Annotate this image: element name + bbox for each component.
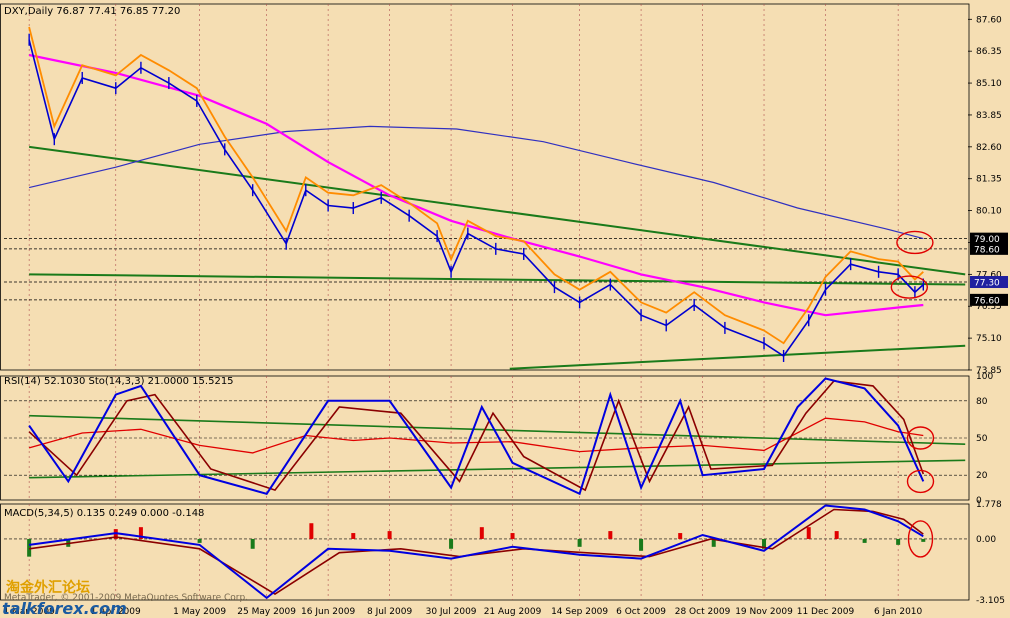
macd-tick-label: 0.00 bbox=[976, 535, 996, 545]
x-tick-label: 11 Dec 2009 bbox=[797, 607, 855, 617]
x-tick-label: 21 Aug 2009 bbox=[484, 607, 542, 617]
x-tick-label: 14 Sep 2009 bbox=[551, 607, 608, 617]
main-panel-title: DXY,Daily 76.87 77.41 76.85 77.20 bbox=[4, 6, 180, 17]
macd-histogram-bar bbox=[510, 533, 515, 539]
logo-en: talkforex.com bbox=[2, 599, 127, 618]
chart-background bbox=[0, 0, 1010, 618]
macd-histogram-bar bbox=[387, 531, 392, 539]
price-label: 77.30 bbox=[974, 279, 1000, 289]
x-tick-label: 16 Jun 2009 bbox=[301, 607, 355, 617]
x-tick-label: 25 May 2009 bbox=[237, 607, 296, 617]
y-tick-label: 85.10 bbox=[976, 79, 1002, 89]
rsi-tick-label: 100 bbox=[976, 372, 993, 382]
macd-tick-label: 1.778 bbox=[976, 500, 1002, 510]
macd-histogram-bar bbox=[449, 538, 454, 549]
rsi-tick-label: 50 bbox=[976, 434, 988, 444]
y-tick-label: 87.60 bbox=[976, 15, 1002, 25]
macd-histogram-bar bbox=[921, 538, 926, 542]
x-tick-label: 6 Jan 2010 bbox=[874, 607, 922, 617]
y-tick-label: 86.35 bbox=[976, 47, 1002, 57]
price-label: 78.60 bbox=[974, 245, 1000, 255]
macd-histogram-bar bbox=[806, 527, 811, 539]
macd-histogram-bar bbox=[678, 533, 683, 539]
x-tick-label: 28 Oct 2009 bbox=[675, 607, 731, 617]
dxy-chart: 1 Mar 2009 1 Apr 2009 1 May 2009 25 May 200… bbox=[0, 0, 1010, 618]
macd-histogram-bar bbox=[351, 533, 356, 539]
macd-histogram-bar bbox=[197, 538, 202, 543]
macd-histogram-bar bbox=[479, 527, 484, 539]
macd-tick-label: -3.105 bbox=[976, 596, 1005, 606]
macd-histogram-bar bbox=[250, 538, 255, 549]
rsi-tick-label: 80 bbox=[976, 397, 988, 407]
y-tick-label: 82.60 bbox=[976, 143, 1002, 153]
rsi-tick-label: 20 bbox=[976, 471, 988, 481]
x-tick-label: 8 Jul 2009 bbox=[367, 607, 412, 617]
x-tick-label: 19 Nov 2009 bbox=[735, 607, 793, 617]
macd-histogram-bar bbox=[862, 538, 867, 543]
y-tick-label: 80.10 bbox=[976, 207, 1002, 217]
x-tick-label: 1 May 2009 bbox=[173, 607, 226, 617]
price-label: 76.60 bbox=[974, 296, 1000, 306]
y-tick-label: 83.85 bbox=[976, 111, 1002, 121]
macd-histogram-bar bbox=[896, 538, 901, 545]
macd-histogram-bar bbox=[608, 531, 613, 539]
macd-histogram-bar bbox=[309, 523, 314, 539]
rsi-panel-title: RSI(14) 52.1030 Sto(14,3,3) 21.0000 15.5… bbox=[4, 376, 234, 387]
logo-cn: 淘金外汇论坛 bbox=[6, 579, 90, 596]
x-tick-label: 30 Jul 2009 bbox=[426, 607, 477, 617]
x-tick-label: 6 Oct 2009 bbox=[616, 607, 666, 617]
macd-histogram-bar bbox=[639, 538, 644, 551]
macd-histogram-bar bbox=[834, 531, 839, 539]
y-tick-label: 75.10 bbox=[976, 334, 1002, 344]
macd-histogram-bar bbox=[577, 538, 582, 547]
macd-panel-title: MACD(5,34,5) 0.135 0.249 0.000 -0.148 bbox=[4, 508, 204, 519]
y-tick-label: 81.35 bbox=[976, 175, 1002, 185]
